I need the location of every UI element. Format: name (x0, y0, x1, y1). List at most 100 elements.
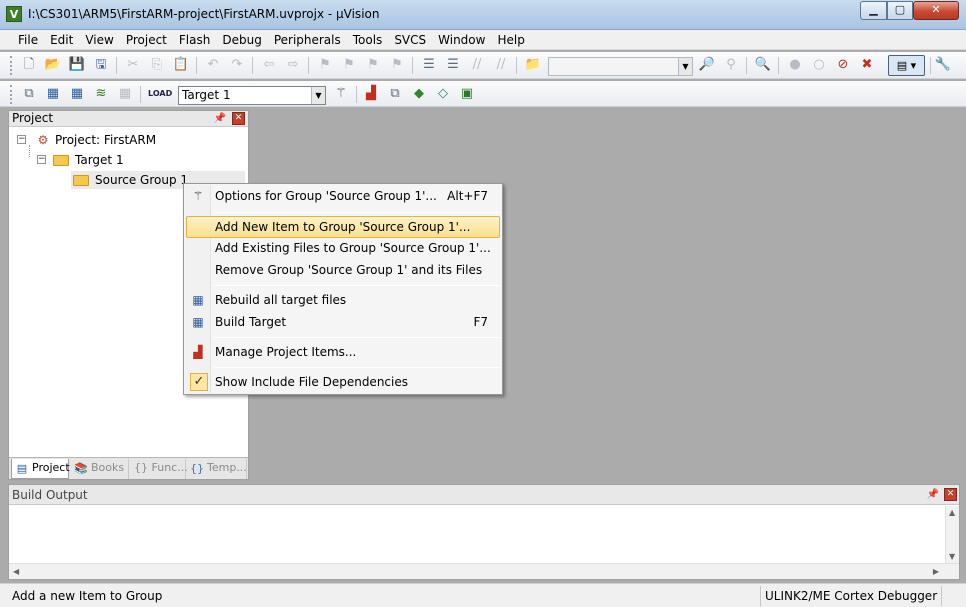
pack-installer-icon[interactable]: ◇ (434, 85, 452, 103)
start-debug-icon[interactable]: 🔍 (754, 56, 772, 74)
close-window-button[interactable]: ✕ (913, 1, 959, 20)
manage-items-icon: ▟ (193, 345, 203, 359)
menu-item-add-existing-files[interactable]: Add Existing Files to Group 'Source Grou… (186, 237, 500, 259)
pin-icon[interactable]: 📌 (927, 488, 939, 501)
manage-rte-icon[interactable]: ▣ (458, 85, 476, 103)
tree-item-label: Project: FirstARM (55, 133, 157, 147)
rebuild-all-icon[interactable]: ▦ (68, 85, 86, 103)
tab-functions[interactable]: {} Func... (130, 459, 188, 479)
undo-icon[interactable]: ↶ (204, 56, 222, 74)
menu-item-add-new-item[interactable]: Add New Item to Group 'Source Group 1'..… (186, 216, 500, 238)
translate-icon[interactable]: ⧉ (20, 85, 38, 103)
menu-item-options-for-group[interactable]: ⚚ Options for Group 'Source Group 1'... … (186, 185, 500, 207)
kill-all-breakpoints-icon[interactable]: ✖ (858, 56, 876, 74)
menu-edit[interactable]: Edit (44, 30, 79, 50)
close-icon[interactable]: ✕ (232, 112, 245, 125)
collapse-icon[interactable]: − (37, 155, 46, 164)
save-icon[interactable]: 💾 (68, 56, 86, 74)
find-icon[interactable]: 🔎 (698, 56, 716, 74)
project-panel-title: Project (12, 111, 54, 125)
menu-help[interactable]: Help (491, 30, 530, 50)
insert-bookmark-icon[interactable]: ⚑ (316, 56, 334, 74)
disable-all-breakpoints-icon[interactable]: ⊘ (834, 56, 852, 74)
target-select[interactable]: Target 1 ▼ (178, 86, 326, 105)
scroll-left-icon[interactable]: ◀ (13, 567, 19, 576)
menu-tools[interactable]: Tools (347, 30, 389, 50)
next-bookmark-icon[interactable]: ⚑ (364, 56, 382, 74)
cut-icon[interactable]: ✂ (124, 56, 142, 74)
copy-icon[interactable]: ⎘ (148, 56, 166, 74)
indent-icon[interactable]: ☰ (420, 56, 438, 74)
manage-multi-project-icon[interactable]: ⧉ (386, 85, 404, 103)
menu-item-label: Add Existing Files to Group 'Source Grou… (215, 241, 491, 255)
context-menu: ⚚ Options for Group 'Source Group 1'... … (183, 183, 503, 395)
menu-window[interactable]: Window (432, 30, 491, 50)
menu-item-manage-project-items[interactable]: ▟ Manage Project Items... (186, 341, 500, 363)
menu-item-shortcut: Alt+F7 (447, 189, 488, 203)
configure-wrench-icon[interactable]: 🔧 (934, 56, 952, 74)
menu-item-remove-group[interactable]: Remove Group 'Source Group 1' and its Fi… (186, 259, 500, 281)
menu-file[interactable]: File (12, 30, 44, 50)
save-all-icon[interactable]: 🖫 (92, 56, 110, 74)
window-layout-dropdown[interactable]: ▤ ▾ (888, 55, 925, 76)
build-output-header: Build Output 📌 ✕ (9, 485, 959, 505)
tab-label: Project (32, 461, 70, 474)
tab-templates[interactable]: {} Temp... (187, 459, 247, 479)
menu-view[interactable]: View (79, 30, 119, 50)
manage-project-items-icon[interactable]: ▟ (362, 85, 380, 103)
new-file-icon[interactable]: 🗋 (20, 56, 38, 74)
build-target-icon[interactable]: ▦ (44, 85, 62, 103)
incremental-find-icon[interactable]: ⚲ (722, 56, 740, 74)
menu-peripherals[interactable]: Peripherals (268, 30, 347, 50)
menu-debug[interactable]: Debug (216, 30, 267, 50)
horizontal-scrollbar[interactable]: ◀ ▶ (9, 563, 959, 579)
navigate-forward-icon[interactable]: ⇨ (284, 56, 302, 74)
open-file-icon[interactable]: 📂 (44, 56, 62, 74)
tree-item-project[interactable]: − ⚙ Project: FirstARM (15, 131, 245, 149)
uncomment-icon[interactable]: // (492, 56, 510, 74)
clear-bookmarks-icon[interactable]: ⚑ (388, 56, 406, 74)
menu-project[interactable]: Project (120, 30, 173, 50)
chevron-down-icon[interactable]: ▼ (311, 87, 325, 104)
previous-bookmark-icon[interactable]: ⚑ (340, 56, 358, 74)
minimize-button[interactable]: ▁ (860, 1, 887, 20)
download-load-icon[interactable]: LOAD (148, 85, 172, 103)
menu-item-build-target[interactable]: ▦ Build Target F7 (186, 311, 500, 333)
toolbar-grip[interactable] (10, 85, 13, 104)
comment-icon[interactable]: // (468, 56, 486, 74)
vertical-scrollbar[interactable]: ▲ ▼ (945, 506, 959, 563)
toolbar-grip[interactable] (10, 56, 13, 75)
templates-icon: {} (190, 462, 204, 475)
batch-build-icon[interactable]: ≋ (92, 85, 110, 103)
scroll-up-icon[interactable]: ▲ (949, 508, 955, 517)
scroll-down-icon[interactable]: ▼ (949, 552, 955, 561)
redo-icon[interactable]: ↷ (228, 56, 246, 74)
find-in-files-icon[interactable]: 📁 (524, 56, 542, 74)
breakpoint-icon[interactable]: ● (786, 56, 804, 74)
tab-project[interactable]: ▤ Project (11, 459, 70, 479)
navigate-back-icon[interactable]: ⇦ (260, 56, 278, 74)
find-combo[interactable]: ▼ (548, 57, 693, 76)
collapse-icon[interactable]: − (17, 135, 26, 144)
menu-svcs[interactable]: SVCS (388, 30, 432, 50)
chevron-down-icon[interactable]: ▼ (678, 58, 692, 75)
menu-item-show-include-dependencies[interactable]: ✓ Show Include File Dependencies (186, 371, 500, 393)
tab-books[interactable]: 📚 Books (71, 459, 129, 479)
target-options-wand-icon[interactable]: ⚚ (332, 85, 350, 103)
menu-flash[interactable]: Flash (173, 30, 216, 50)
target-select-value: Target 1 (182, 88, 231, 102)
paste-icon[interactable]: 📋 (172, 56, 190, 74)
menu-item-rebuild-all[interactable]: ▦ Rebuild all target files (186, 289, 500, 311)
unindent-icon[interactable]: ☰ (444, 56, 462, 74)
scroll-right-icon[interactable]: ▶ (933, 567, 939, 576)
project-panel-tabs: ▤ Project 📚 Books {} Func... {} Temp... (9, 457, 248, 479)
stop-build-icon[interactable]: ▦ (116, 85, 134, 103)
close-icon[interactable]: ✕ (944, 488, 957, 501)
pin-icon[interactable]: 📌 (214, 112, 226, 125)
maximize-button[interactable]: ▢ (887, 1, 913, 20)
tree-item-target[interactable]: − Target 1 (35, 151, 245, 169)
tab-label: Temp... (207, 461, 247, 474)
select-packs-icon[interactable]: ◆ (410, 85, 428, 103)
menu-bar: File Edit View Project Flash Debug Peripherals… (0, 30, 966, 50)
disable-breakpoint-icon[interactable]: ○ (810, 56, 828, 74)
